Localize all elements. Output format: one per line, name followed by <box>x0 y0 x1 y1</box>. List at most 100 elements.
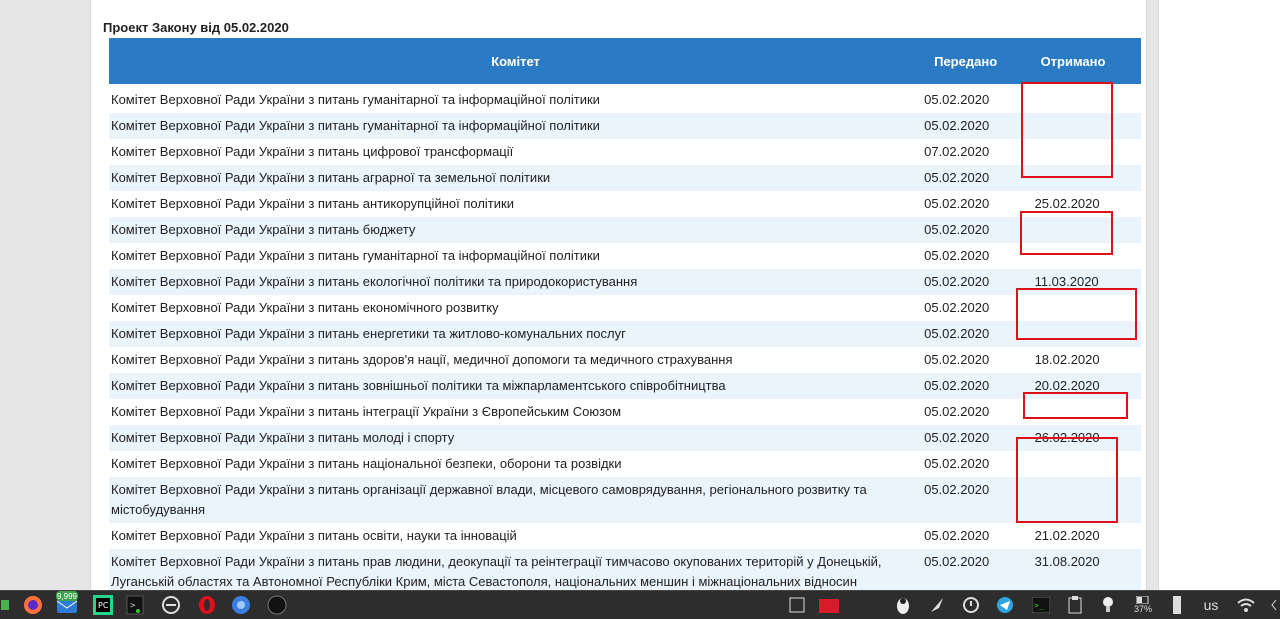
table-row: Комітет Верховної Ради України з питань … <box>109 217 1141 243</box>
battery-indicator[interactable]: 37% <box>1128 595 1158 615</box>
right-margin-panel <box>1158 0 1280 590</box>
telegram-icon[interactable] <box>994 595 1016 615</box>
terminal-tray-icon[interactable]: >_ <box>1030 595 1052 615</box>
committee-cell: Комітет Верховної Ради України з питань … <box>111 404 622 419</box>
received-date-cell: 18.02.2020 <box>1034 352 1100 367</box>
committee-cell: Комітет Верховної Ради України з питань … <box>109 477 923 523</box>
feather-icon[interactable] <box>926 595 948 615</box>
table-row: Комітет Верховної Ради України з питань … <box>109 191 1141 217</box>
sent-date-cell: 05.02.2020 <box>924 196 990 211</box>
header-committee: Комітет <box>109 38 923 84</box>
table-row: Комітет Верховної Ради України з питань … <box>109 84 1141 113</box>
sent-date-cell: 05.02.2020 <box>922 217 1031 243</box>
notification-badge: 9,999 <box>56 591 78 601</box>
received-date-cell: 31.08.2020 <box>1030 549 1141 595</box>
table-header-row: Комітет Передано Отримано <box>109 38 1141 84</box>
sent-date-cell: 05.02.2020 <box>924 300 990 315</box>
battery-icon <box>1136 596 1149 604</box>
sent-date-cell: 05.02.2020 <box>924 404 990 419</box>
received-date-cell: 21.02.2020 <box>1034 528 1100 543</box>
tux-icon[interactable] <box>892 595 914 615</box>
committee-cell: Комітет Верховної Ради України з питань … <box>109 321 923 347</box>
battery-percent: 37% <box>1133 604 1152 614</box>
committee-table: Комітет Передано Отримано Комітет Верхов… <box>109 38 1141 595</box>
header-sent: Передано <box>922 38 1031 84</box>
highlight-box <box>1016 288 1137 340</box>
pycharm-icon[interactable]: PC <box>92 595 114 615</box>
highlight-box <box>1020 211 1113 255</box>
committee-cell: Комітет Верховної Ради України з питань … <box>111 196 514 211</box>
wifi-icon[interactable] <box>1234 595 1258 615</box>
app-icon[interactable] <box>0 595 10 615</box>
sent-date-cell: 05.02.2020 <box>922 165 1031 191</box>
sent-date-cell: 05.02.2020 <box>924 352 990 367</box>
header-received: Отримано <box>1030 38 1141 84</box>
committee-cell: Комітет Верховної Ради України з питань … <box>111 456 622 471</box>
table-row: Комітет Верховної Ради України з питань … <box>109 373 1141 399</box>
sent-date-cell: 05.02.2020 <box>922 477 1031 523</box>
table-row: Комітет Верховної Ради України з питань … <box>109 549 1141 595</box>
sent-date-cell: 05.02.2020 <box>922 269 1031 295</box>
usb-icon[interactable] <box>1168 595 1186 615</box>
sent-date-cell: 07.02.2020 <box>924 144 990 159</box>
committee-cell: Комітет Верховної Ради України з питань … <box>111 300 499 315</box>
committee-cell: Комітет Верховної Ради України з питань … <box>109 113 923 139</box>
table-row: Комітет Верховної Ради України з питань … <box>109 425 1141 451</box>
table-row: Комітет Верховної Ради України з питань … <box>109 165 1141 191</box>
committee-cell: Комітет Верховної Ради України з питань … <box>109 165 923 191</box>
table-row: Комітет Верховної Ради України з питань … <box>109 243 1141 269</box>
sent-date-cell: 05.02.2020 <box>922 425 1031 451</box>
table-body: Комітет Верховної Ради України з питань … <box>109 84 1141 595</box>
sent-date-cell: 05.02.2020 <box>922 113 1031 139</box>
highlight-box <box>1016 437 1118 523</box>
committee-cell: Комітет Верховної Ради України з питань … <box>109 373 923 399</box>
table-row: Комітет Верховної Ради України з питань … <box>109 399 1141 425</box>
svg-text:>: > <box>130 601 136 611</box>
committee-cell: Комітет Верховної Ради України з питань … <box>109 425 923 451</box>
firefox-icon[interactable] <box>22 595 44 615</box>
committee-cell: Комітет Верховної Ради України з питань … <box>109 549 923 595</box>
committee-cell: Комітет Верховної Ради України з питань … <box>109 269 923 295</box>
opera-icon[interactable] <box>196 595 218 615</box>
page-heading: Проект Закону від 05.02.2020 <box>103 20 289 35</box>
bulb-icon[interactable] <box>1098 595 1118 615</box>
committee-cell: Комітет Верховної Ради України з питань … <box>111 528 517 543</box>
table-row: Комітет Верховної Ради України з питань … <box>109 347 1141 373</box>
keyboard-layout[interactable]: us <box>1196 595 1226 615</box>
highlight-box <box>1023 392 1128 419</box>
table-row: Комітет Верховної Ради України з питань … <box>109 523 1141 549</box>
committee-cell: Комітет Верховної Ради України з питань … <box>109 217 923 243</box>
terminal-icon[interactable]: > <box>124 595 146 615</box>
committee-cell: Комітет Верховної Ради України з питань … <box>111 92 600 107</box>
table-row: Комітет Верховної Ради України з питань … <box>109 451 1141 477</box>
table-row: Комітет Верховної Ради України з питань … <box>109 139 1141 165</box>
taskbar: 9,999 PC > >_ 37% us <box>0 590 1280 619</box>
chrome-icon[interactable] <box>230 595 252 615</box>
table-row: Комітет Верховної Ради України з питань … <box>109 269 1141 295</box>
sent-date-cell: 05.02.2020 <box>922 549 1031 595</box>
committee-cell: Комітет Верховної Ради України з питань … <box>111 352 733 367</box>
clipboard-icon[interactable] <box>1064 595 1086 615</box>
sent-date-cell: 05.02.2020 <box>924 92 990 107</box>
folder-icon[interactable] <box>818 595 840 615</box>
committee-cell: Комітет Верховної Ради України з питань … <box>111 144 514 159</box>
svg-text:>_: >_ <box>1034 601 1044 610</box>
update-icon[interactable] <box>960 595 982 615</box>
show-desktop-icon[interactable] <box>786 595 808 615</box>
network-tool-icon[interactable] <box>160 595 182 615</box>
table-row: Комітет Верховної Ради України з питань … <box>109 477 1141 523</box>
document-page: Проект Закону від 05.02.2020 Комітет Пер… <box>90 0 1147 595</box>
committee-cell: Комітет Верховної Ради України з питань … <box>111 248 600 263</box>
sent-date-cell: 05.02.2020 <box>924 528 990 543</box>
sent-date-cell: 05.02.2020 <box>924 248 990 263</box>
svg-text:PC: PC <box>98 601 109 610</box>
table-row: Комітет Верховної Ради України з питань … <box>109 321 1141 347</box>
table-row: Комітет Верховної Ради України з питань … <box>109 295 1141 321</box>
obs-icon[interactable] <box>266 595 288 615</box>
table-row: Комітет Верховної Ради України з питань … <box>109 113 1141 139</box>
sent-date-cell: 05.02.2020 <box>924 456 990 471</box>
sent-date-cell: 05.02.2020 <box>922 373 1031 399</box>
sent-date-cell: 05.02.2020 <box>922 321 1031 347</box>
highlight-box <box>1021 82 1113 178</box>
tray-scroll-icon[interactable] <box>1268 595 1280 615</box>
